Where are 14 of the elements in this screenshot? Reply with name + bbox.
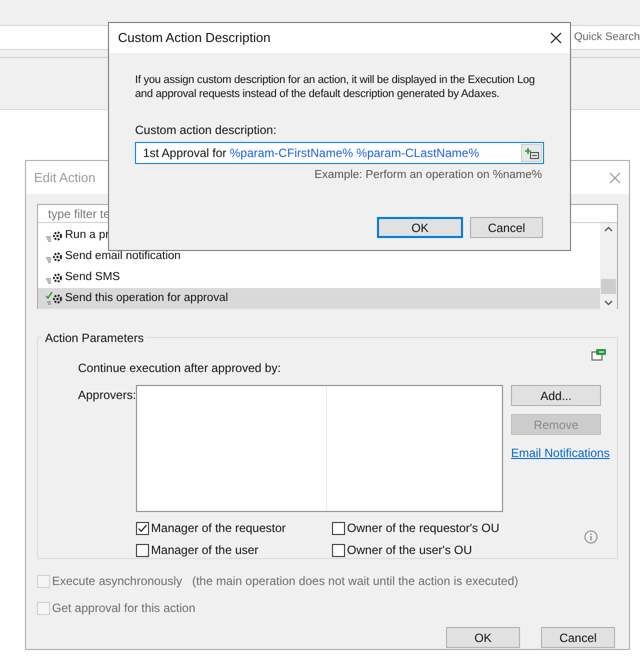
field-label: Custom action description: — [135, 122, 278, 139]
option-label: Get approval for this action — [52, 600, 196, 617]
checkbox-label: Manager of the requestor — [151, 520, 286, 537]
approvers-label: Approvers: — [78, 387, 136, 404]
checkbox-label: Owner of the requestor's OU — [347, 520, 500, 537]
option-label: Execute asynchronously — [52, 573, 182, 590]
dialog-title: Custom Action Description — [118, 29, 270, 48]
window-title: Edit Action — [34, 168, 96, 187]
continue-label: Continue execution after approved by: — [78, 360, 282, 377]
checkbox-label: Manager of the user — [151, 542, 258, 559]
example-text: Example: Perform an operation on %name% — [314, 168, 543, 183]
option-note: (the main operation does not wait until the action is executed) — [192, 573, 518, 590]
checkbox-label: Owner of the user's OU — [347, 542, 472, 559]
description-text: If you assign custom description for an action, it will be displayed in the Execution Log and approval requests instead of the default description generated by Adaxes. — [135, 73, 536, 101]
